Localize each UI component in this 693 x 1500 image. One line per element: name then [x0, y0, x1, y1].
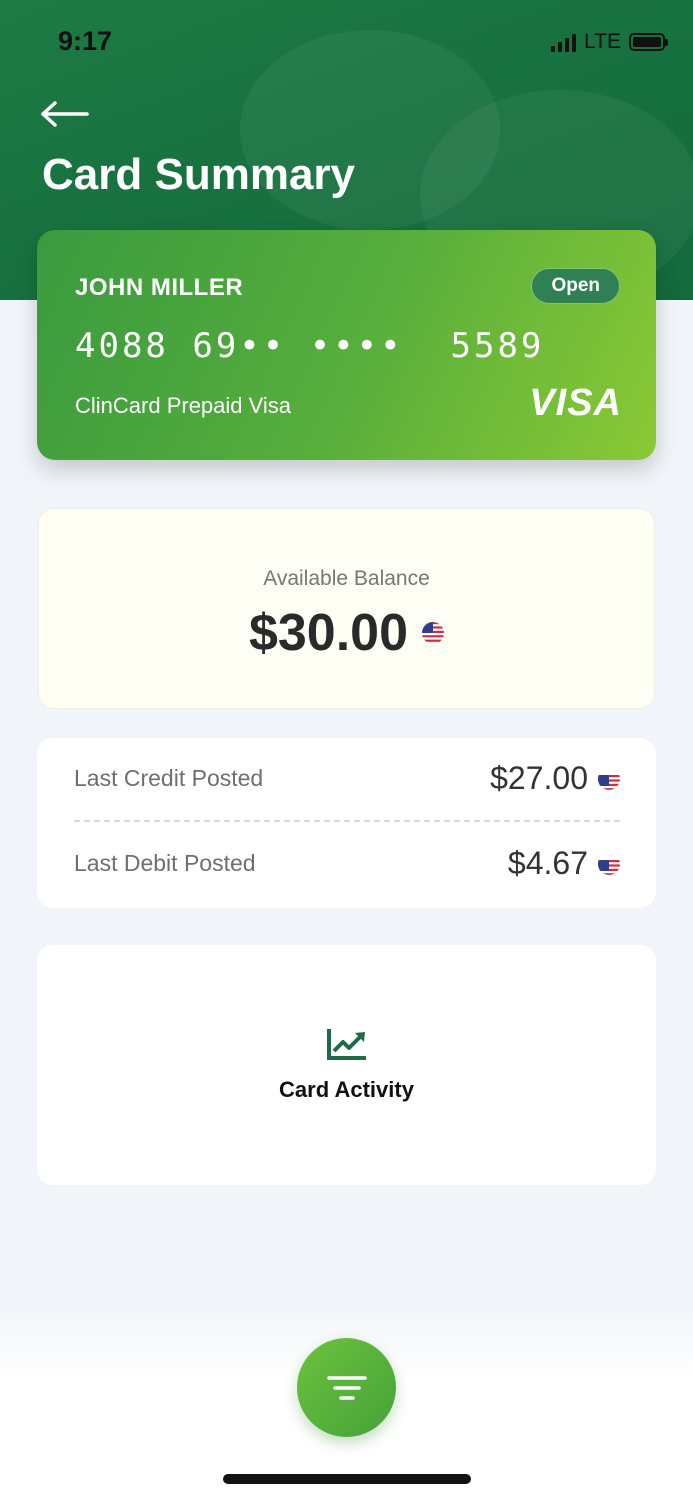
us-flag-icon [598, 768, 620, 790]
us-flag-icon [422, 622, 445, 644]
balance-label: Available Balance [263, 567, 430, 590]
status-time: 9:17 [58, 26, 113, 56]
page-title: Card Summary [42, 150, 356, 199]
balance-panel: Available Balance $30.00 [38, 508, 655, 709]
us-flag-icon [598, 853, 620, 875]
last-credit-amount: $27.00 [490, 760, 588, 796]
last-debit-row: Last Debit Posted $4.67 [74, 845, 620, 882]
card-product-name: ClinCard Prepaid Visa [75, 393, 292, 418]
visa-logo: VISA [529, 382, 622, 424]
home-indicator [223, 1474, 471, 1484]
status-indicators: LTE [551, 30, 668, 54]
card-activity-label: Card Activity [279, 1077, 414, 1102]
status-badge: Open [531, 268, 620, 304]
card-holder-name: JOHN MILLER [75, 274, 244, 301]
last-credit-row: Last Credit Posted $27.00 [74, 760, 620, 797]
network-type: LTE [584, 30, 621, 53]
last-debit-label: Last Debit Posted [74, 850, 256, 876]
chart-line-icon [327, 1029, 366, 1060]
menu-button[interactable] [297, 1338, 396, 1437]
balance-amount: $30.00 [248, 604, 409, 662]
menu-icon [326, 1375, 367, 1400]
back-button[interactable] [36, 94, 92, 134]
posted-transactions-panel: Last Credit Posted $27.00 Last Debit Pos… [37, 738, 656, 908]
prepaid-card: JOHN MILLER Open 4088 69•• •••• 5589 Cli… [37, 230, 656, 460]
signal-icon [551, 32, 577, 52]
last-credit-label: Last Credit Posted [74, 765, 264, 791]
arrow-left-icon [41, 101, 89, 127]
divider [74, 820, 620, 822]
battery-icon [629, 33, 668, 51]
last-debit-amount: $4.67 [507, 845, 588, 881]
card-number: 4088 69•• •••• 5589 [75, 326, 545, 366]
card-activity-button[interactable]: Card Activity [37, 945, 656, 1185]
